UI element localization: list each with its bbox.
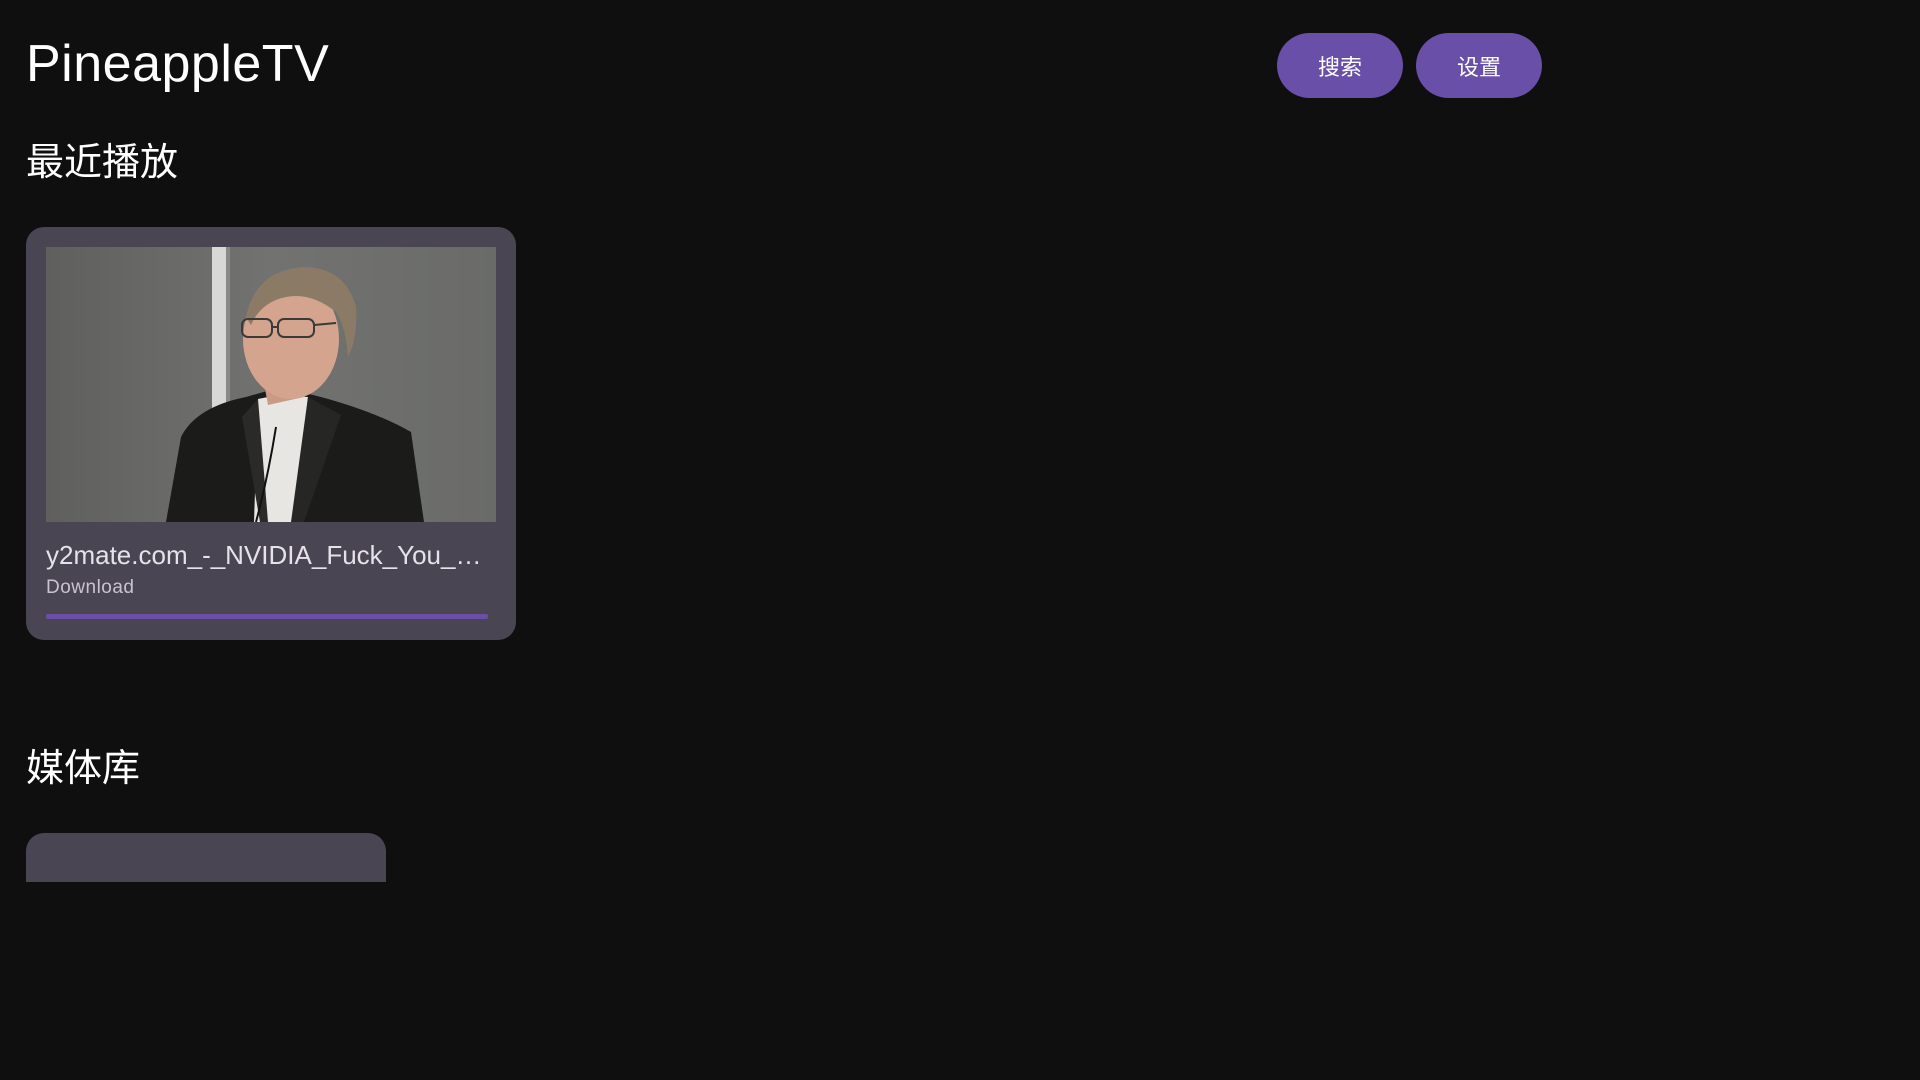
video-thumbnail <box>46 247 496 522</box>
media-title: y2mate.com_-_NVIDIA_Fuck_You_H… <box>46 540 496 570</box>
library-section-title: 媒体库 <box>26 746 141 790</box>
app-root: PineappleTV 搜索 设置 最近播放 y2mate.com_-_NVID… <box>0 0 1568 882</box>
app-title: PineappleTV <box>26 35 330 93</box>
settings-button[interactable]: 设置 <box>1416 33 1542 98</box>
recent-section-title: 最近播放 <box>26 140 179 184</box>
media-source: Download <box>46 577 135 598</box>
search-button[interactable]: 搜索 <box>1277 33 1403 98</box>
thumbnail-image <box>46 247 496 522</box>
playback-progress-fill <box>46 614 488 619</box>
recent-media-card[interactable]: y2mate.com_-_NVIDIA_Fuck_You_H… Download <box>26 227 516 640</box>
library-card[interactable] <box>26 833 386 882</box>
playback-progress-bar <box>46 614 488 619</box>
